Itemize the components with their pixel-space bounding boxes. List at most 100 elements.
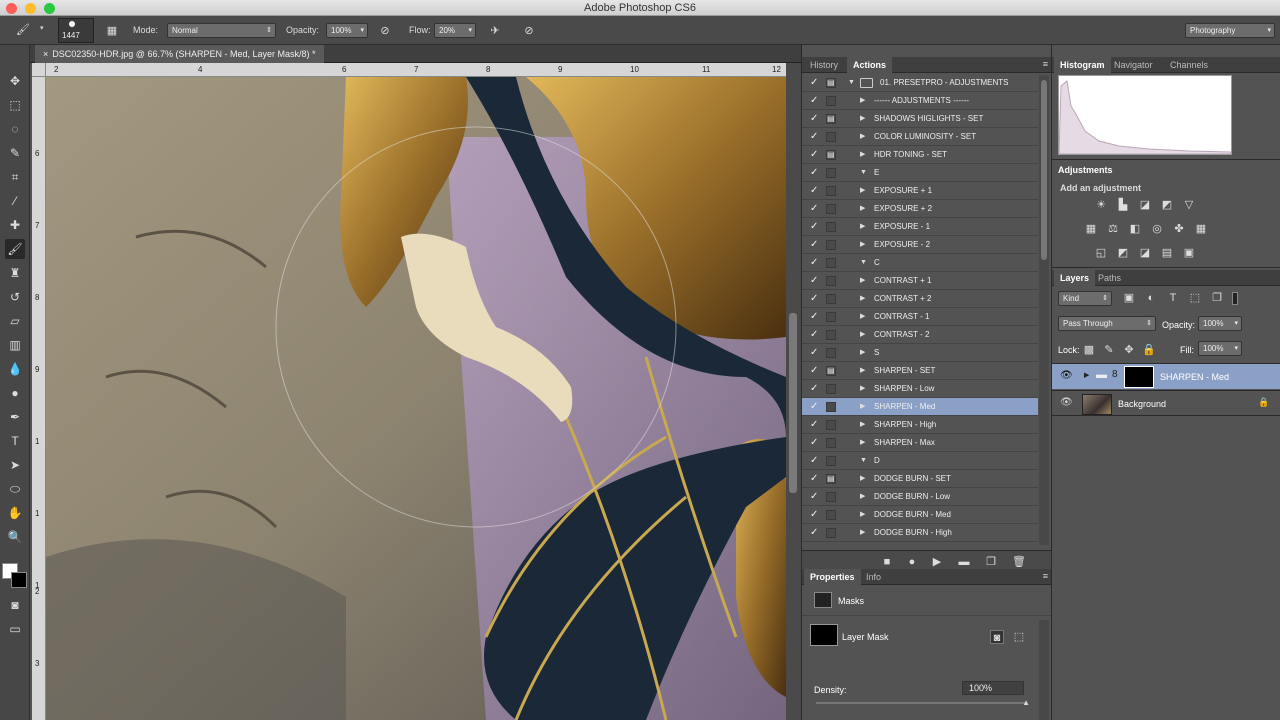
scroll-thumb[interactable] (789, 313, 797, 493)
record-icon[interactable]: ● (905, 555, 919, 569)
brush-tool-icon[interactable]: 🖌 (5, 239, 25, 259)
action-row[interactable]: ✓ ▶ EXPOSURE + 2 (802, 200, 1038, 218)
panel-menu-icon[interactable]: ≡ (1043, 59, 1048, 69)
action-toggle-check[interactable]: ✓ (810, 290, 820, 308)
airbrush-icon[interactable]: ✈ (488, 24, 502, 38)
action-row[interactable]: ✓ ▶ CONTRAST + 2 (802, 290, 1038, 308)
new-set-folder-icon[interactable]: ▬ (957, 555, 971, 569)
visibility-eye-icon[interactable]: 👁 (1060, 397, 1073, 408)
action-row[interactable]: ✓ ▶ SHARPEN - High (802, 416, 1038, 434)
horizontal-ruler[interactable]: 2 4 6 7 8 9 10 11 12 (46, 63, 786, 77)
healing-brush-tool-icon[interactable]: ✚ (5, 215, 25, 235)
filter-type-icon[interactable]: T (1166, 291, 1180, 305)
action-toggle-check[interactable]: ✓ (810, 236, 820, 254)
tab-layers[interactable]: Layers (1054, 270, 1096, 286)
dialog-toggle-box[interactable]: ▤ (826, 78, 836, 88)
invert-icon[interactable]: ◱ (1094, 246, 1108, 260)
dialog-toggle-box[interactable]: ▤ (826, 474, 836, 484)
brush-preset-picker[interactable]: 1447 (58, 18, 94, 43)
vibrance-icon[interactable]: ▽ (1182, 198, 1196, 212)
tab-navigator[interactable]: Navigator (1108, 57, 1159, 73)
layer-row[interactable]: 👁 Background 🔒 (1052, 390, 1280, 416)
new-action-icon[interactable]: ❐ (984, 555, 998, 569)
expand-triangle-icon[interactable]: ▶ (860, 308, 865, 326)
layer-opacity-field[interactable]: 100% ▾ (1198, 316, 1242, 331)
expand-triangle-icon[interactable]: ▶ (860, 92, 865, 110)
dialog-toggle-box[interactable] (826, 402, 836, 412)
path-selection-tool-icon[interactable]: ➤ (5, 455, 25, 475)
action-row[interactable]: ✓ ▤ ▶ SHADOWS HIGLIGHTS - SET (802, 110, 1038, 128)
action-row[interactable]: ✓ ▶ DODGE BURN - High (802, 524, 1038, 542)
action-toggle-check[interactable]: ✓ (810, 164, 820, 182)
dialog-toggle-box[interactable] (826, 492, 836, 502)
action-row[interactable]: ✓ ▼ E (802, 164, 1038, 182)
expand-triangle-icon[interactable]: ▶ (860, 182, 865, 200)
expand-triangle-icon[interactable]: ▶ (860, 128, 865, 146)
dialog-toggle-box[interactable]: ▤ (826, 150, 836, 160)
action-row[interactable]: ✓ ▶ DODGE BURN - Low (802, 488, 1038, 506)
image-canvas[interactable] (46, 77, 786, 720)
expand-triangle-icon[interactable]: ▶ (860, 218, 865, 236)
workspace-switcher[interactable]: Photography ▾ (1185, 23, 1275, 38)
play-icon[interactable]: ▶ (930, 555, 944, 569)
hue-saturation-icon[interactable]: ▦ (1084, 222, 1098, 236)
flow-field[interactable]: 20% ▾ (434, 23, 476, 38)
expand-triangle-icon[interactable]: ▶ (860, 200, 865, 218)
density-field[interactable]: 100% (962, 681, 1024, 695)
action-row[interactable]: ✓ ▶ ------ ADJUSTMENTS ------ (802, 92, 1038, 110)
tab-histogram[interactable]: Histogram (1054, 57, 1111, 73)
dialog-toggle-box[interactable] (826, 186, 836, 196)
pen-tool-icon[interactable]: ✒ (5, 407, 25, 427)
filter-smart-object-icon[interactable]: ❐ (1210, 291, 1224, 305)
expand-triangle-icon[interactable]: ▶ (1084, 371, 1089, 379)
action-row[interactable]: ✓ ▤ ▼ 01. PRESETPRO - ADJUSTMENTS (802, 74, 1038, 92)
expand-triangle-icon[interactable]: ▶ (860, 110, 865, 128)
ellipse-tool-icon[interactable]: ⬭ (5, 479, 25, 499)
hand-tool-icon[interactable]: ✋ (5, 503, 25, 523)
dialog-toggle-box[interactable] (826, 420, 836, 430)
canvas-vertical-scrollbar[interactable] (786, 63, 801, 720)
action-row[interactable]: ✓ ▶ CONTRAST + 1 (802, 272, 1038, 290)
action-toggle-check[interactable]: ✓ (810, 92, 820, 110)
photo-filter-icon[interactable]: ◎ (1150, 222, 1164, 236)
action-row[interactable]: ✓ ▶ SHARPEN - Low (802, 380, 1038, 398)
dialog-toggle-box[interactable] (826, 168, 836, 178)
action-toggle-check[interactable]: ✓ (810, 128, 820, 146)
density-slider[interactable]: ▲ (816, 698, 1030, 707)
lock-transparency-icon[interactable]: ▩ (1082, 343, 1096, 357)
collapse-triangle-icon[interactable]: ▼ (848, 74, 855, 92)
dialog-toggle-box[interactable] (826, 204, 836, 214)
channel-mixer-icon[interactable]: ✤ (1172, 222, 1186, 236)
action-row[interactable]: ✓ ▤ ▶ HDR TONING - SET (802, 146, 1038, 164)
brush-panel-toggle-icon[interactable]: ▦ (105, 24, 119, 38)
action-row[interactable]: ✓ ▼ C (802, 254, 1038, 272)
panel-menu-icon[interactable]: ≡ (1043, 571, 1048, 581)
marquee-tool-icon[interactable]: ⬚ (5, 95, 25, 115)
warning-icon[interactable]: ▲ (1216, 83, 1228, 97)
blur-tool-icon[interactable]: 💧 (5, 359, 25, 379)
action-toggle-check[interactable]: ✓ (810, 398, 820, 416)
tab-properties[interactable]: Properties (804, 569, 861, 585)
gradient-map-icon[interactable]: ▤ (1160, 246, 1174, 260)
expand-triangle-icon[interactable]: ▶ (860, 470, 865, 488)
collapse-triangle-icon[interactable]: ▼ (860, 254, 867, 272)
zoom-tool-icon[interactable]: 🔍 (5, 527, 25, 547)
color-balance-icon[interactable]: ⚖ (1106, 222, 1120, 236)
expand-triangle-icon[interactable]: ▶ (860, 434, 865, 452)
expand-triangle-icon[interactable]: ▶ (860, 326, 865, 344)
visibility-eye-icon[interactable]: 👁 (1060, 370, 1073, 381)
dialog-toggle-box[interactable] (826, 528, 836, 538)
clone-stamp-tool-icon[interactable]: ♜ (5, 263, 25, 283)
type-tool-icon[interactable]: T (5, 431, 25, 451)
trash-icon[interactable]: 🗑 (1012, 555, 1026, 569)
expand-triangle-icon[interactable]: ▶ (860, 380, 865, 398)
action-toggle-check[interactable]: ✓ (810, 200, 820, 218)
dialog-toggle-box[interactable] (826, 348, 836, 358)
expand-triangle-icon[interactable]: ▶ (860, 146, 865, 164)
eyedropper-tool-icon[interactable]: ⁄ (5, 191, 25, 211)
move-tool-icon[interactable]: ✥ (5, 71, 25, 91)
tab-history[interactable]: History (804, 57, 844, 73)
expand-triangle-icon[interactable]: ▶ (860, 290, 865, 308)
dialog-toggle-box[interactable] (826, 312, 836, 322)
lock-pixels-icon[interactable]: ✎ (1102, 343, 1116, 357)
